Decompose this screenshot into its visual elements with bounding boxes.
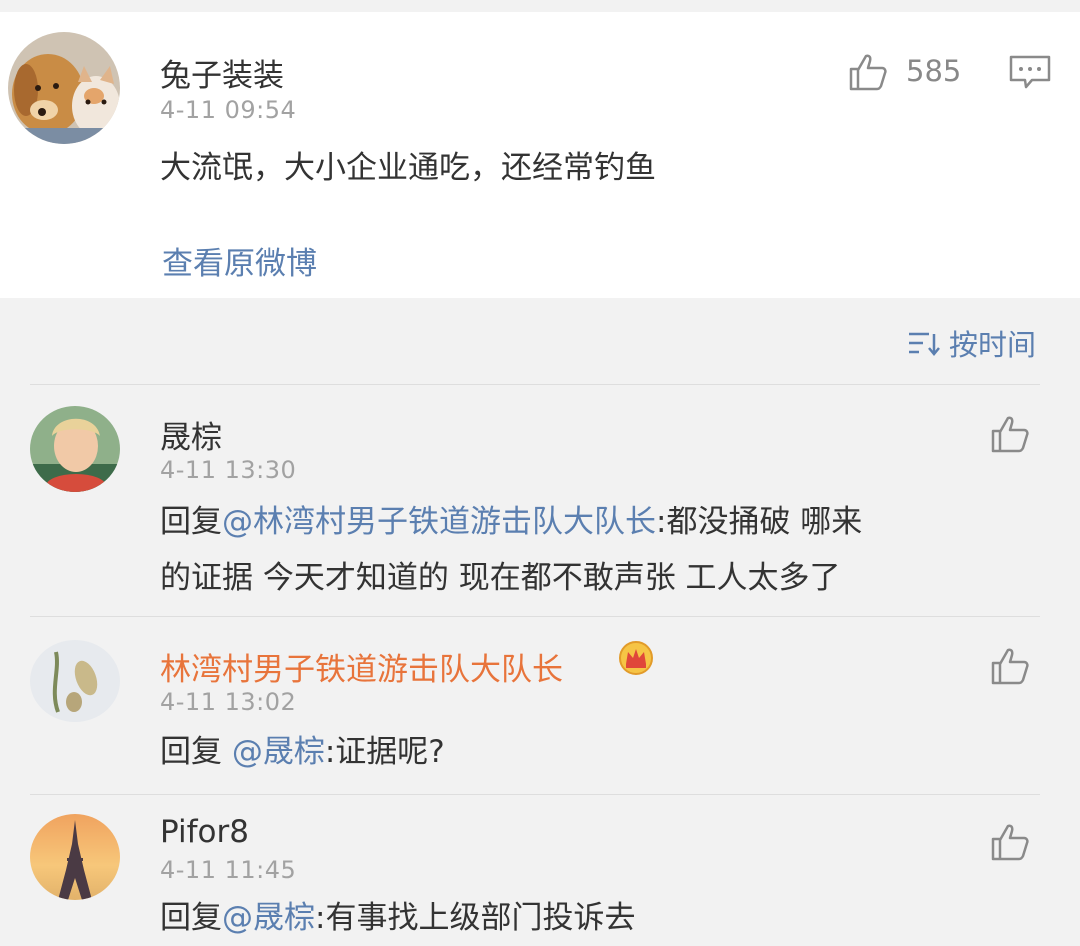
comment-text: 回复 @晟棕:证据呢?: [160, 724, 445, 780]
dog-cat-avatar-icon: [8, 32, 120, 144]
comment-text: 回复@晟棕:有事找上级部门投诉去: [160, 890, 635, 946]
sort-by-time-button[interactable]: 按时间: [907, 322, 1036, 364]
reply-prefix: 回复: [160, 900, 222, 936]
comment-icon[interactable]: [1008, 54, 1052, 90]
mention-link[interactable]: @晟棕: [222, 900, 315, 936]
view-original-link[interactable]: 查看原微博: [162, 238, 317, 283]
comment-time: 4-11 11:45: [160, 856, 297, 884]
post-author-name[interactable]: 兔子装装: [160, 50, 284, 95]
comment-body: :证据呢?: [324, 734, 445, 770]
comment-avatar[interactable]: [30, 814, 120, 900]
comment-time: 4-11 13:30: [160, 456, 297, 484]
original-post-card: 兔子装装 4-11 09:54 大流氓，大小企业通吃，还经常钓鱼 585 查看原…: [0, 12, 1080, 298]
comment-avatar[interactable]: [30, 640, 120, 722]
comment-text-line2: 的证据 今天才知道的 现在都不敢声张 工人太多了: [160, 560, 841, 596]
comment-author-name[interactable]: 林湾村男子铁道游击队大队长: [160, 644, 563, 689]
comment-text: 回复@林湾村男子铁道游击队大队长:都没捅破 哪来: [160, 494, 862, 550]
crown-icon: [619, 641, 653, 675]
comment-body: :有事找上级部门投诉去: [315, 900, 636, 936]
thumbs-up-icon[interactable]: [990, 646, 1030, 686]
person-avatar-icon: [30, 406, 120, 492]
thumbs-up-icon[interactable]: [848, 52, 888, 92]
reply-prefix: 回复: [160, 504, 222, 540]
post-text: 大流氓，大小企业通吃，还经常钓鱼: [160, 150, 656, 186]
post-time: 4-11 09:54: [160, 96, 297, 124]
sort-label: 按时间: [948, 328, 1036, 362]
comment-author-name[interactable]: 晟棕: [160, 412, 222, 457]
reply-prefix: 回复: [160, 734, 232, 770]
thumbs-up-icon[interactable]: [990, 414, 1030, 454]
divider: [30, 384, 1040, 385]
sort-lines-icon: [908, 332, 940, 356]
divider: [30, 794, 1040, 795]
comment-author-name[interactable]: Pifor8: [160, 814, 249, 850]
top-strip: [0, 0, 1080, 12]
comment-avatar[interactable]: [30, 406, 120, 492]
divider: [30, 616, 1040, 617]
post-author-avatar[interactable]: [8, 32, 120, 144]
vip-author-name[interactable]: 林湾村男子铁道游击队大队长: [160, 652, 563, 688]
comment-body: :都没捅破 哪来: [656, 504, 863, 540]
mention-link[interactable]: @晟棕: [232, 734, 325, 770]
post-like-count: 585: [906, 54, 962, 88]
mention-link[interactable]: @林湾村男子铁道游击队大队长: [222, 504, 656, 540]
thumbs-up-icon[interactable]: [990, 822, 1030, 862]
eiffel-tower-avatar-icon: [30, 814, 120, 900]
comment-time: 4-11 13:02: [160, 688, 297, 716]
plant-avatar-icon: [30, 640, 120, 722]
